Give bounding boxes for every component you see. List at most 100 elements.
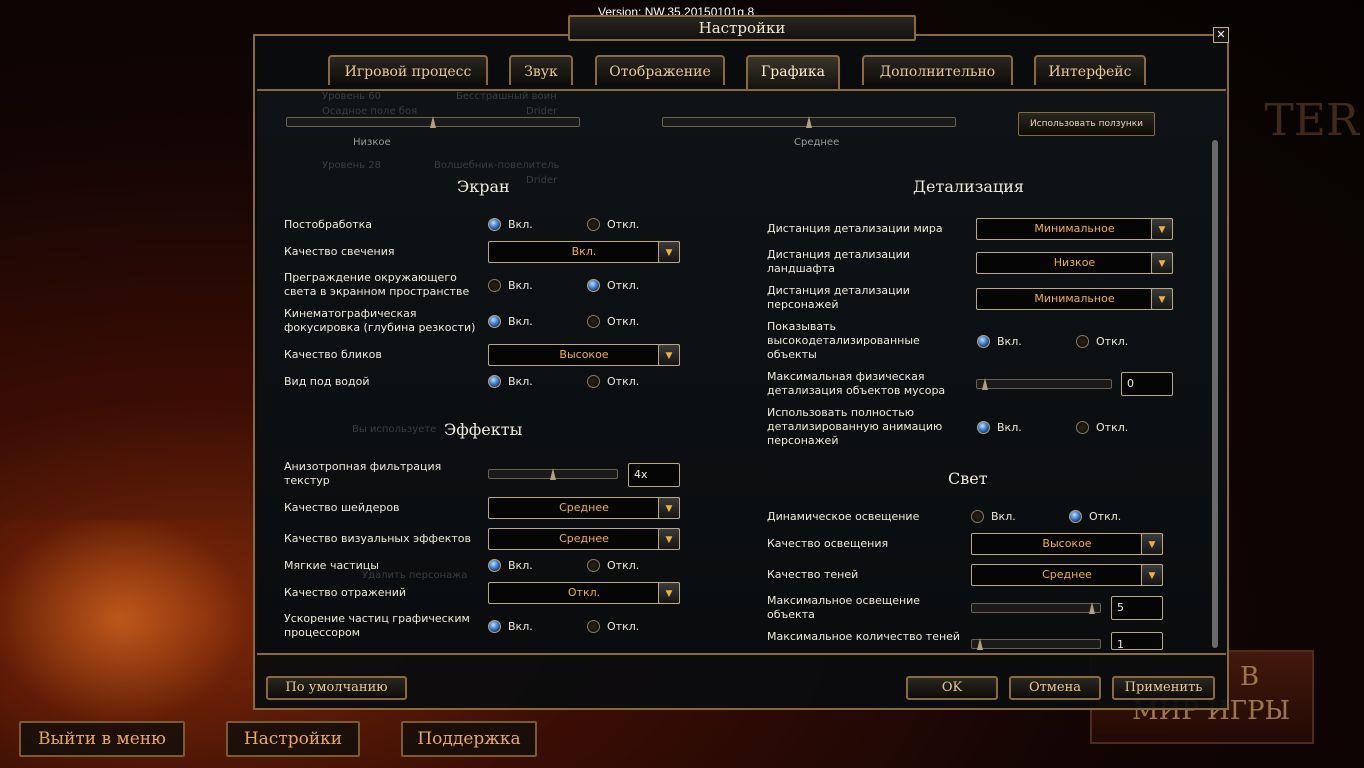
hiobj-label-1: Показывать [767,320,837,333]
hiobj-label-3: объекты [767,348,817,361]
section-screen-title: Экран [457,177,510,196]
glow-label: Качество свечения [284,245,395,258]
dof-off-radio[interactable]: Откл. [587,315,639,329]
terrain-detail-dropdown[interactable]: Низкое ▼ [976,252,1173,274]
max-shadow-slider[interactable] [971,638,1101,650]
dynamic-light-label: Динамическое освещение [767,510,920,523]
window-title: Настройки [568,15,916,41]
ok-button[interactable]: OK [906,676,998,700]
section-detail-title: Детализация [913,177,1025,196]
tab-display[interactable]: Отображение [595,55,725,85]
anim-on-radio[interactable]: Вкл. [977,421,1022,435]
max-light-value-field[interactable]: 5 [1111,596,1163,620]
ssao-on-radio[interactable]: Вкл. [488,279,533,293]
slider-knob[interactable] [806,116,812,128]
cancel-button[interactable]: Отмена [1009,676,1101,700]
ghost-text: Уровень 60 [322,91,381,102]
scrollbar[interactable] [1212,140,1218,648]
chevron-down-icon[interactable]: ▼ [1151,288,1173,310]
gpu-off-radio[interactable]: Откл. [587,620,639,634]
reflect-dropdown[interactable]: Откл. ▼ [488,582,680,604]
debris-slider[interactable] [976,378,1112,390]
background-logo: TER [1264,95,1359,146]
dof-label-1: Кинематографическая [284,307,417,320]
chevron-down-icon[interactable]: ▼ [658,241,680,263]
ssao-off-radio[interactable]: Откл. [587,279,639,293]
dof-on-radio[interactable]: Вкл. [488,315,533,329]
underwater-label: Вид под водой [284,375,370,388]
chevron-down-icon[interactable]: ▼ [1151,218,1173,240]
aniso-value-field[interactable]: 4x [628,463,680,487]
shadow-quality-label: Качество теней [767,568,859,581]
defaults-button[interactable]: По умолчанию [266,676,407,700]
gpu-on-radio[interactable]: Вкл. [488,620,533,634]
underwater-off-radio[interactable]: Откл. [587,375,639,389]
preset-slider-left[interactable] [286,116,580,128]
max-light-slider[interactable] [971,602,1101,614]
hiobj-label-2: высокодетализированные [767,334,920,347]
dropdown-value: Вкл. [571,245,597,258]
glow-dropdown[interactable]: Вкл. ▼ [488,241,680,263]
use-sliders-button[interactable]: Использовать ползунки [1018,112,1155,136]
dropdown-value: Среднее [1042,568,1092,581]
aniso-slider[interactable] [488,468,618,480]
settings-button[interactable]: Настройки [226,721,360,757]
hiobj-off-radio[interactable]: Откл. [1076,335,1128,349]
slider-knob[interactable] [982,378,988,390]
tab-interface[interactable]: Интерфейс [1034,55,1146,85]
char-detail-dropdown[interactable]: Минимальное ▼ [976,288,1173,310]
dynamic-on-radio[interactable]: Вкл. [971,510,1016,524]
anim-label-3: персонажей [767,434,839,447]
soft-particles-label: Мягкие частицы [284,559,379,572]
underwater-on-radio[interactable]: Вкл. [488,375,533,389]
anim-label-2: детализированную анимацию [767,420,943,433]
close-icon[interactable]: ✕ [1213,27,1229,43]
shadow-quality-dropdown[interactable]: Среднее ▼ [971,564,1163,586]
ghost-text: Осадное поле боя [322,106,418,117]
slider-knob[interactable] [1089,602,1095,614]
tab-gameplay[interactable]: Игровой процесс [328,55,488,85]
ssao-label-2: света в экранном пространстве [284,285,470,298]
gpu-label-1: Ускорение частиц графическим [284,612,470,625]
tab-sound[interactable]: Звук [509,55,573,85]
chevron-down-icon[interactable]: ▼ [658,582,680,604]
shaders-dropdown[interactable]: Среднее ▼ [488,497,680,519]
chevron-down-icon[interactable]: ▼ [1141,533,1163,555]
anim-off-radio[interactable]: Откл. [1076,421,1128,435]
ghost-text: Вы используете [352,424,437,435]
soft-off-radio[interactable]: Откл. [587,559,639,573]
chevron-down-icon[interactable]: ▼ [658,344,680,366]
dynamic-off-radio[interactable]: Откл. [1069,510,1121,524]
tab-graphics[interactable]: Графика [746,55,840,89]
preset-slider-right[interactable] [662,116,956,128]
scrollbar-thumb[interactable] [1212,140,1218,648]
slider-knob[interactable] [550,468,556,480]
vfx-dropdown[interactable]: Среднее ▼ [488,528,680,550]
glare-dropdown[interactable]: Высокое ▼ [488,344,680,366]
support-button[interactable]: Поддержка [401,721,537,757]
chevron-down-icon[interactable]: ▼ [1151,252,1173,274]
world-detail-dropdown[interactable]: Минимальное ▼ [976,218,1173,240]
tab-advanced[interactable]: Дополнительно [862,55,1013,85]
chevron-down-icon[interactable]: ▼ [658,497,680,519]
chevron-down-icon[interactable]: ▼ [658,528,680,550]
chevron-down-icon[interactable]: ▼ [1141,564,1163,586]
slider-knob[interactable] [977,638,983,650]
dropdown-value: Среднее [559,532,609,545]
debris-value-field[interactable]: 0 [1121,372,1173,396]
apply-button[interactable]: Применить [1112,676,1215,700]
max-light-label-2: объекта [767,608,815,621]
postprocess-off-radio[interactable]: Откл. [587,218,639,232]
exit-to-menu-button[interactable]: Выйти в меню [19,721,185,757]
light-quality-dropdown[interactable]: Высокое ▼ [971,533,1163,555]
slider-knob[interactable] [430,116,436,128]
postprocess-label: Постобработка [284,218,372,231]
max-shadow-value-field[interactable]: 1 [1111,632,1163,650]
light-quality-label: Качество освещения [767,537,889,550]
hiobj-on-radio[interactable]: Вкл. [977,335,1022,349]
soft-on-radio[interactable]: Вкл. [488,559,533,573]
terrain-detail-label-1: Дистанция детализации [767,248,910,261]
dropdown-value: Низкое [1053,256,1096,269]
ghost-text: Уровень 28 [322,160,381,171]
postprocess-on-radio[interactable]: Вкл. [488,218,533,232]
